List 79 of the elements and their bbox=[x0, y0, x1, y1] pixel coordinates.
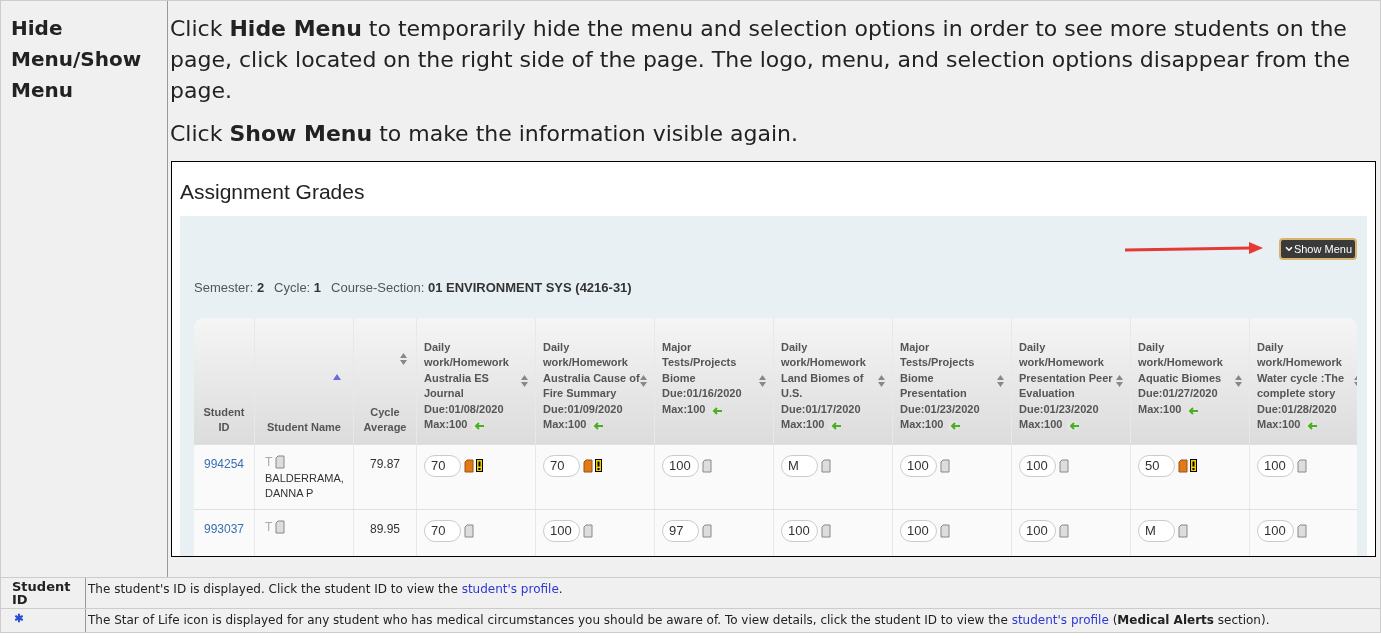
grade-field[interactable]: 100 bbox=[1019, 454, 1056, 477]
note-icon[interactable] bbox=[821, 458, 831, 473]
column-header[interactable]: Student ID bbox=[194, 317, 255, 444]
filter-text: Semester: 2 bbox=[194, 279, 265, 297]
sort-icon[interactable] bbox=[399, 352, 407, 365]
sort-icon[interactable] bbox=[759, 374, 766, 387]
sort-icon[interactable] bbox=[521, 374, 528, 387]
column-header[interactable]: Cycle Average bbox=[354, 317, 417, 444]
student-id-link[interactable]: 994254 bbox=[203, 456, 244, 471]
grade-field[interactable]: 97 bbox=[662, 519, 699, 542]
filter-text: Course-Section: 01 ENVIRONMENT SYS (4216-31) bbox=[331, 279, 632, 297]
grade-field[interactable]: 100 bbox=[543, 519, 580, 542]
grade-field[interactable]: 70 bbox=[424, 519, 461, 542]
grade-field[interactable]: 100 bbox=[781, 519, 818, 542]
column-header[interactable]: Daily work/Homework Presentation Peer Evaluation Due:01/23/2020 Max:100 bbox=[1012, 317, 1131, 444]
sort-icon[interactable] bbox=[878, 374, 885, 387]
note-icon[interactable] bbox=[275, 519, 286, 534]
filter-text: Cycle: 1 bbox=[274, 279, 322, 297]
note-icon[interactable] bbox=[1297, 523, 1307, 538]
column-header[interactable]: Major Tests/Projects Biome Due:01/16/2020 Max:100 bbox=[655, 317, 774, 444]
note-icon[interactable] bbox=[1297, 458, 1307, 473]
note-icon[interactable] bbox=[1178, 523, 1188, 538]
document-icon[interactable] bbox=[583, 458, 593, 473]
sort-icon[interactable] bbox=[640, 374, 647, 387]
description-paragraph: Click Hide Menu to temporarily hide the menu and selection options in order to see more students on the page, click located on the right side of the page. The logo, menu, and selection options disappear from the page. bbox=[170, 15, 1352, 105]
student-name: BALDERRAMA, DANNA P bbox=[265, 470, 345, 501]
chevron-icon bbox=[1283, 244, 1294, 254]
cycle-average: 89.95 bbox=[354, 509, 417, 556]
warning-icon bbox=[1190, 459, 1197, 472]
column-header[interactable]: Student Name bbox=[255, 317, 354, 444]
flag-text: T bbox=[265, 453, 273, 471]
note-icon[interactable] bbox=[1059, 523, 1069, 538]
grade-field[interactable]: 50 bbox=[1138, 454, 1175, 477]
grade-field[interactable]: 70 bbox=[424, 454, 461, 477]
note-icon[interactable] bbox=[583, 523, 593, 538]
note-icon[interactable] bbox=[702, 523, 712, 538]
term-label: Student ID bbox=[12, 580, 72, 606]
description-text: The student's ID is displayed. Click the student ID to view the student's profile. bbox=[87, 581, 564, 598]
description-text: The Star of Life icon is displayed for any student who has medical circumstances you should be aware of. To view details, click the student ID to view the student's profile (Medical Alerts section). bbox=[87, 612, 1271, 629]
note-icon[interactable] bbox=[702, 458, 712, 473]
cycle-average: 79.87 bbox=[354, 444, 417, 509]
grade-field[interactable]: 100 bbox=[662, 454, 699, 477]
term-label: Hide Menu/Show Menu bbox=[1, 1, 168, 577]
note-icon[interactable] bbox=[940, 523, 950, 538]
description-paragraph: Click Show Menu to make the information visible again. bbox=[170, 120, 799, 148]
grade-field[interactable]: M bbox=[781, 454, 818, 477]
note-icon[interactable] bbox=[940, 458, 950, 473]
grade-field[interactable]: 100 bbox=[1257, 519, 1294, 542]
page-title: Assignment Grades bbox=[179, 179, 366, 205]
profile-link[interactable]: student's profile bbox=[1011, 613, 1109, 627]
document-icon[interactable] bbox=[464, 458, 474, 473]
column-header[interactable]: Daily work/Homework Australia ES Journal Due:01/08/2020 Max:100 bbox=[417, 317, 536, 444]
flag-text: T bbox=[265, 518, 273, 536]
grade-field[interactable]: 70 bbox=[543, 454, 580, 477]
sort-icon[interactable] bbox=[1235, 374, 1242, 387]
warning-icon bbox=[595, 459, 602, 472]
column-header[interactable]: Daily work/Homework Water cycle :The complete story Due:01/28/2020 Max:100 bbox=[1250, 317, 1357, 444]
grade-field[interactable]: 100 bbox=[1019, 519, 1056, 542]
column-header[interactable]: Major Tests/Projects Biome Presentation Due:01/23/2020 Max:100 bbox=[893, 317, 1012, 444]
document-icon[interactable] bbox=[1178, 458, 1188, 473]
profile-link[interactable]: student's profile bbox=[461, 582, 559, 596]
note-icon[interactable] bbox=[464, 523, 474, 538]
note-icon[interactable] bbox=[275, 454, 286, 469]
sort-ascending-icon[interactable] bbox=[333, 374, 341, 380]
student-id-link[interactable]: 993037 bbox=[203, 521, 244, 536]
column-header[interactable]: Daily work/Homework Land Biomes of U.S. Due:01/17/2020 Max:100 bbox=[774, 317, 893, 444]
grade-field[interactable]: 100 bbox=[900, 519, 937, 542]
asterisk-icon bbox=[12, 611, 26, 625]
warning-icon bbox=[476, 459, 483, 472]
show-menu-button[interactable]: Show Menu bbox=[1278, 238, 1357, 260]
sort-icon[interactable] bbox=[1116, 374, 1123, 387]
sort-icon[interactable] bbox=[997, 374, 1004, 387]
column-header[interactable]: Daily work/Homework Australia Cause of Fire Summary Due:01/09/2020 Max:100 bbox=[536, 317, 655, 444]
note-icon[interactable] bbox=[1059, 458, 1069, 473]
note-icon[interactable] bbox=[821, 523, 831, 538]
column-header[interactable]: Daily work/Homework Aquatic Biomes Due:01/27/2020 Max:100 bbox=[1131, 317, 1250, 444]
grade-field[interactable]: 100 bbox=[900, 454, 937, 477]
grade-field[interactable]: 100 bbox=[1257, 454, 1294, 477]
grade-field[interactable]: M bbox=[1138, 519, 1175, 542]
